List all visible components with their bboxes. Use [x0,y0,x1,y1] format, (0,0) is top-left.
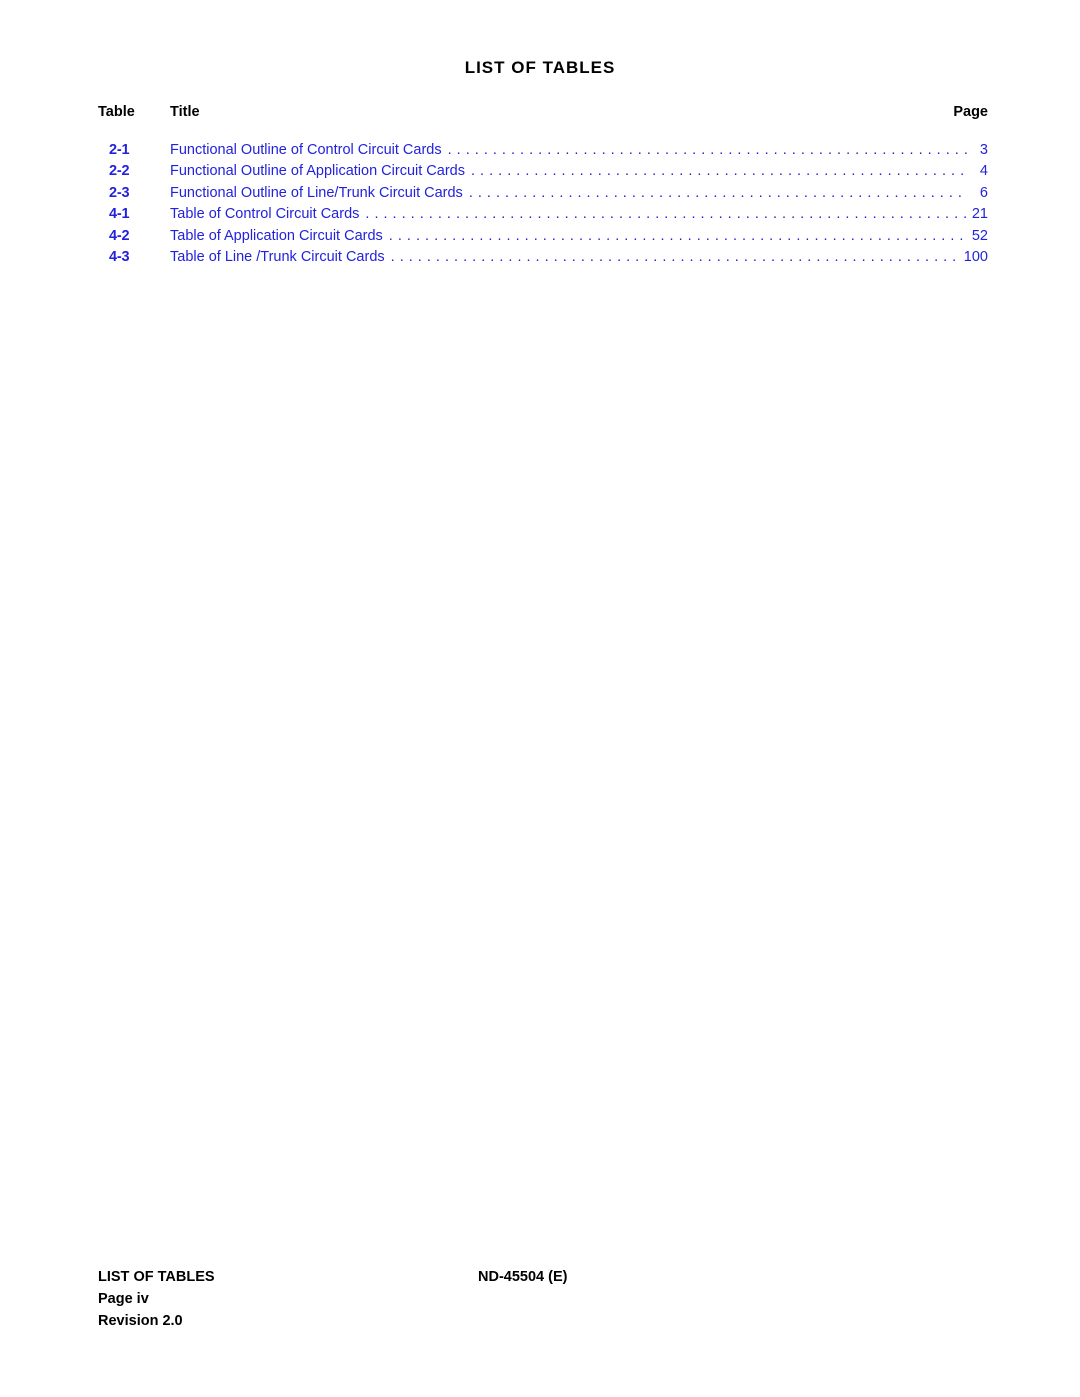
table-entry-title: Table of Line /Trunk Circuit Cards [170,248,385,265]
table-entry-number: 4-3 [109,248,130,265]
dot-leader [448,140,968,161]
table-entry-title: Functional Outline of Control Circuit Ca… [170,142,442,158]
dot-leader [389,226,966,247]
table-entry-title: Table of Control Circuit Cards [170,206,360,223]
document-page: LIST OF TABLES Table Title Page 2-1 Funct… [0,0,1080,1397]
table-entry-body: Functional Outline of Line/Trunk Circuit… [170,183,988,204]
dot-leader [469,183,968,204]
footer-line-page: Page iv [98,1288,988,1310]
list-of-tables: 2-1 Functional Outline of Control Circuit… [98,140,988,268]
table-entry-row[interactable]: 4-1 Table of Control Circuit Cards 21 [98,204,988,225]
table-entry-row[interactable]: 4-2 Table of Application Circuit Cards 52 [98,226,988,247]
column-header-row: Table Title Page [98,104,988,124]
table-entry-page-number: 3 [979,142,988,158]
table-entry-row[interactable]: 2-3 Functional Outline of Line/Trunk Circ… [98,183,988,204]
table-entry-title: Functional Outline of Application Circui… [170,163,465,180]
table-entry-body: Functional Outline of Application Circui… [170,161,988,182]
table-entry-number: 4-2 [109,227,130,244]
table-entry-page-number: 6 [979,184,988,201]
table-entry-body: Table of Control Circuit Cards 21 [170,204,988,225]
dot-leader [391,247,958,268]
table-entry-number: 2-1 [109,142,130,158]
table-entry-body: Table of Application Circuit Cards 52 [170,226,988,247]
column-header-page: Page [953,104,988,120]
table-entry-row[interactable]: 4-3 Table of Line /Trunk Circuit Cards 100 [98,247,988,268]
footer-page-label: Page iv [98,1291,149,1307]
footer-line-revision: Revision 2.0 [98,1310,988,1332]
table-entry-row[interactable]: 2-1 Functional Outline of Control Circuit… [98,140,988,161]
table-entry-page-number: 52 [971,227,988,244]
footer-line-primary: LIST OF TABLES ND-45504 (E) [98,1266,988,1288]
table-entry-body: Table of Line /Trunk Circuit Cards 100 [170,247,988,268]
table-entry-row[interactable]: 2-2 Functional Outline of Application Cir… [98,161,988,182]
table-entry-title: Table of Application Circuit Cards [170,227,383,244]
table-entry-number: 4-1 [109,206,130,223]
table-entry-body: Functional Outline of Control Circuit Ca… [170,140,988,161]
footer-section-name: LIST OF TABLES [98,1269,215,1285]
table-entry-page-number: 4 [979,163,988,180]
table-entry-number: 2-3 [109,184,130,201]
table-entry-page-number: 21 [971,206,988,223]
column-header-title: Title [170,104,200,120]
page-footer: LIST OF TABLES ND-45504 (E) Page iv Revi… [98,1266,988,1332]
footer-document-number: ND-45504 (E) [478,1269,568,1285]
table-entry-page-number: 100 [963,248,988,265]
dot-leader [365,204,965,225]
table-entry-title: Functional Outline of Line/Trunk Circuit… [170,184,463,201]
page-title: LIST OF TABLES [464,58,616,77]
column-header-table: Table [98,104,135,120]
table-entry-number: 2-2 [109,163,130,180]
dot-leader [471,161,968,182]
footer-revision: Revision 2.0 [98,1313,183,1329]
